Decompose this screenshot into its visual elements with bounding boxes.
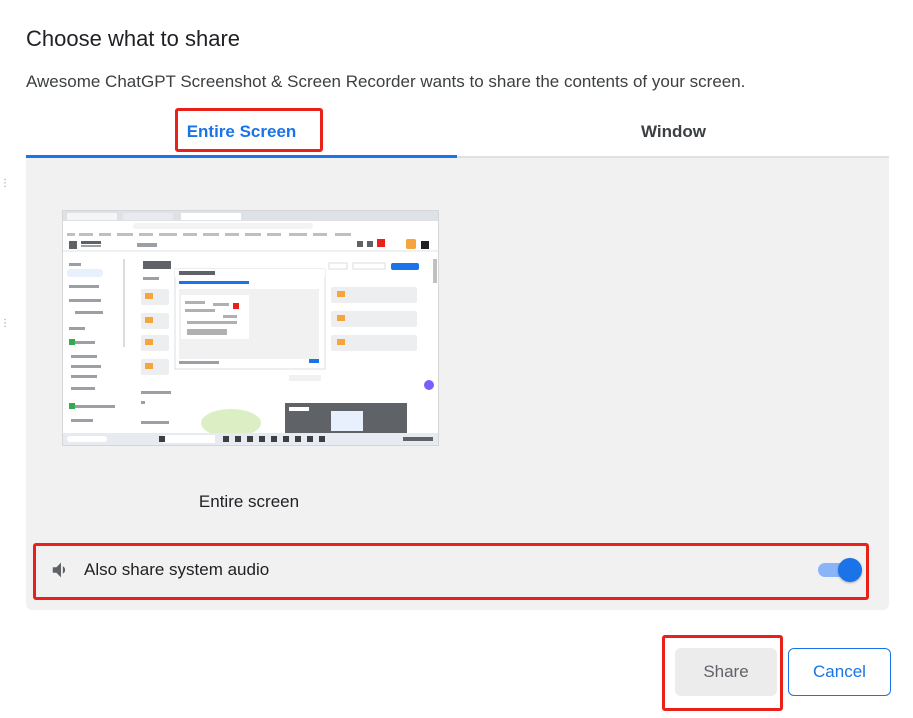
- dialog-subtitle: Awesome ChatGPT Screenshot & Screen Reco…: [26, 72, 746, 91]
- highlight-share-button: [662, 635, 783, 711]
- left-edge-marker: ⋮: [0, 178, 10, 189]
- highlight-audio-row: [33, 543, 869, 600]
- screen-thumbnail[interactable]: [62, 210, 439, 446]
- screen-preview-image: [63, 211, 438, 445]
- dialog-title: Choose what to share: [26, 26, 241, 51]
- cancel-button[interactable]: Cancel: [788, 648, 891, 696]
- tab-window[interactable]: Window: [458, 110, 889, 156]
- highlight-entire-screen-tab: [175, 108, 323, 152]
- screen-source-label: Entire screen: [198, 492, 300, 511]
- left-edge-marker: ⋮: [0, 318, 10, 329]
- share-tabs: Entire Screen Window: [26, 110, 889, 158]
